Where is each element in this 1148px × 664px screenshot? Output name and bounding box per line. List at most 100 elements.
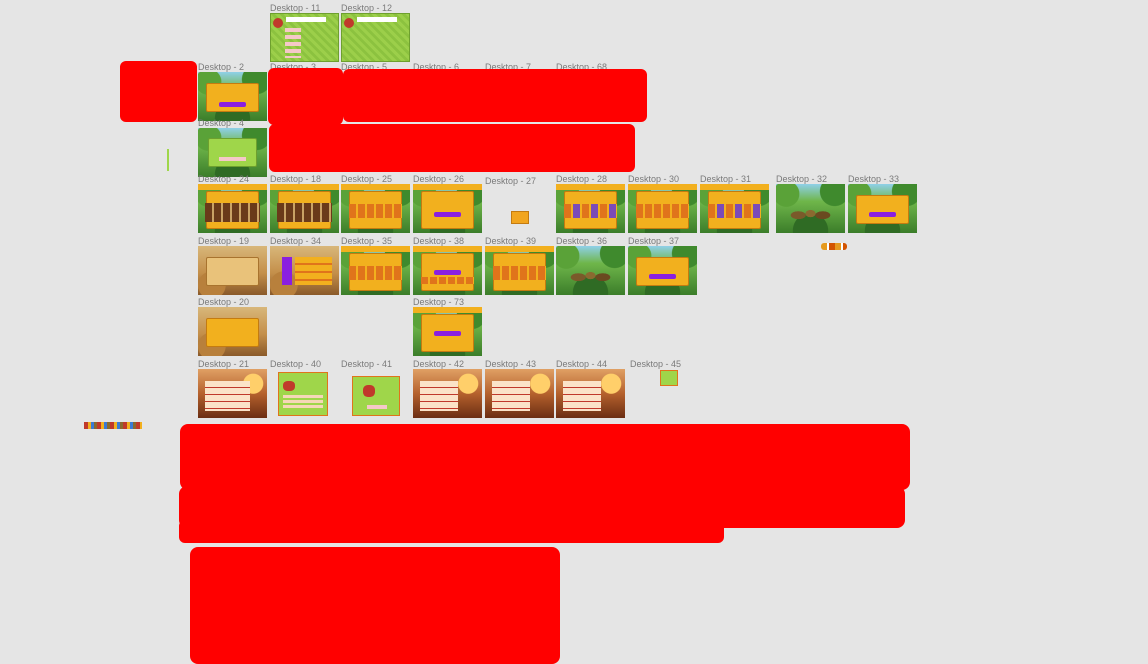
redaction-block [268,68,343,125]
green-stub [167,149,169,171]
frame-desktop-11[interactable] [270,13,339,62]
dialog-panel [207,137,258,168]
frame-label-desktop-40: Desktop - 40 [270,359,322,369]
frame-label-desktop-38: Desktop - 38 [413,236,465,246]
redaction-block [180,424,910,490]
frame-desktop-34[interactable] [270,246,339,295]
emoji-strip [84,422,142,429]
row-list [419,381,458,411]
top-bar [341,184,410,190]
frame-label-desktop-35: Desktop - 35 [341,236,393,246]
tile-grid [349,203,402,219]
header-strip [357,17,397,22]
frame-desktop-40[interactable] [278,372,328,416]
button-strip [218,157,247,162]
purple-sidebar [282,256,293,286]
frame-desktop-4[interactable] [198,128,267,177]
frame-desktop-25[interactable] [341,184,410,233]
frame-label-desktop-30: Desktop - 30 [628,174,680,184]
creature-icon [363,385,375,397]
row-list [283,395,323,409]
frame-desktop-31[interactable] [700,184,769,233]
frame-desktop-45[interactable] [660,370,678,386]
frame-desktop-28[interactable] [556,184,625,233]
redaction-block [120,61,197,122]
tile-grid [636,203,689,219]
frame-desktop-32[interactable] [776,184,845,233]
frame-desktop-30[interactable] [628,184,697,233]
frame-desktop-19[interactable] [198,246,267,295]
frame-desktop-20[interactable] [198,307,267,356]
frame-label-desktop-24: Desktop - 24 [198,174,250,184]
button-strip [367,405,387,409]
top-bar [341,246,410,252]
frame-label-desktop-20: Desktop - 20 [198,297,250,307]
redaction-block [179,520,724,543]
frame-desktop-26[interactable] [413,184,482,233]
frame-desktop-43[interactable] [485,369,554,418]
frame-desktop-41[interactable] [352,376,400,416]
frame-desktop-18[interactable] [270,184,339,233]
frame-desktop-73[interactable] [413,307,482,356]
frame-label-desktop-42: Desktop - 42 [413,359,465,369]
frame-desktop-24[interactable] [198,184,267,233]
map-panel [206,256,259,287]
dialog-panel [206,82,259,113]
dialog-panel [421,190,474,230]
frame-desktop-35[interactable] [341,246,410,295]
top-bar [413,184,482,190]
frame-label-desktop-2: Desktop - 2 [198,62,245,72]
frame-label-desktop-43: Desktop - 43 [485,359,537,369]
dialog-panel [206,317,259,348]
row-list [562,381,601,411]
frame-desktop-38[interactable] [413,246,482,295]
redaction-block [269,124,635,172]
purple-button [433,330,462,336]
frame-desktop-39[interactable] [485,246,554,295]
frame-desktop-44[interactable] [556,369,625,418]
row-list [204,381,250,411]
top-bar [413,246,482,252]
header-strip [286,17,326,22]
frame-label-desktop-26: Desktop - 26 [413,174,465,184]
frame-label-desktop-31: Desktop - 31 [700,174,752,184]
dialog-panel [856,194,909,225]
top-bar [556,184,625,190]
avatar-icon [273,18,283,28]
frame-label-desktop-28: Desktop - 28 [556,174,608,184]
tile-grid [708,203,761,219]
frame-desktop-2[interactable] [198,72,267,121]
dialog-panel [636,256,689,287]
top-bar [628,184,697,190]
avatar-icon [344,18,354,28]
purple-button [868,212,897,218]
tile-grid [421,277,474,285]
tile-grid [564,203,617,219]
top-bar [198,184,267,190]
frame-desktop-21[interactable] [198,369,267,418]
frame-label-desktop-27: Desktop - 27 [485,176,537,186]
hero-group [786,196,835,229]
frame-label-desktop-18: Desktop - 18 [270,174,322,184]
card-row [276,202,333,223]
purple-button [218,102,247,108]
redaction-block [190,547,560,664]
frame-label-desktop-11: Desktop - 11 [270,3,321,13]
menu-list [285,28,301,58]
frame-label-desktop-39: Desktop - 39 [485,236,537,246]
top-bar [270,184,339,190]
coin-icons [821,243,847,250]
tile-grid [493,265,546,281]
purple-button [433,269,462,275]
frame-label-desktop-34: Desktop - 34 [270,236,322,246]
frame-label-desktop-19: Desktop - 19 [198,236,250,246]
hero-group [566,258,615,291]
frame-label-desktop-36: Desktop - 36 [556,236,608,246]
frame-desktop-36[interactable] [556,246,625,295]
frame-desktop-37[interactable] [628,246,697,295]
frame-label-desktop-73: Desktop - 73 [413,297,465,307]
frame-desktop-12[interactable] [341,13,410,62]
frame-label-desktop-21: Desktop - 21 [198,359,250,369]
frame-desktop-33[interactable] [848,184,917,233]
frame-desktop-42[interactable] [413,369,482,418]
